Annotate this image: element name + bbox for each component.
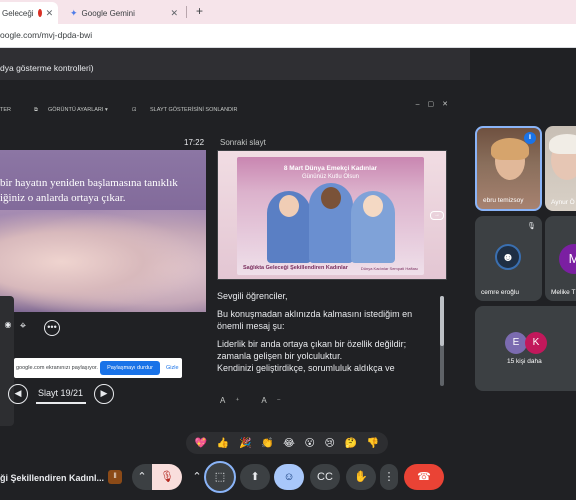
- view-settings-menu[interactable]: GÖRÜNTÜ AYARLARI ▾: [48, 107, 108, 113]
- next-slide-footer: Sağlıkta Geleceği Şekillendiren Kadınlar: [243, 265, 348, 271]
- present-screen-button[interactable]: ⬆: [240, 464, 270, 490]
- participant-tile[interactable]: Aynur Ö: [545, 126, 576, 211]
- next-slide-panel: 8 Mart Dünya Emekçi Kadınlar Gününüz Kut…: [237, 157, 424, 275]
- speaking-indicator-icon: ⦀: [524, 132, 536, 144]
- hide-button[interactable]: Gizle: [166, 365, 179, 371]
- end-slideshow-icon: ⊡: [132, 107, 137, 113]
- stop-sharing-button[interactable]: Paylaşmayı durdur: [100, 361, 160, 375]
- nurse-illustration: [309, 183, 353, 263]
- participant-hair: [491, 138, 529, 160]
- surprised-reaction[interactable]: 😮: [304, 438, 314, 449]
- thinking-reaction[interactable]: 🤔: [345, 438, 357, 449]
- laser-pointer-icon[interactable]: ⌖: [15, 320, 31, 336]
- audio-options-button[interactable]: ⌃: [132, 464, 152, 490]
- microphone-off-button[interactable]: 🎙: [152, 464, 182, 490]
- end-slideshow-button[interactable]: SLAYT GÖSTERİSİNİ SONLANDIR: [150, 107, 238, 113]
- gemini-icon: ✦: [70, 7, 78, 18]
- speaker-notes[interactable]: Sevgili öğrenciler, Bu konuşmadan aklını…: [217, 290, 439, 390]
- decrease-font-button[interactable]: A⁻: [261, 396, 291, 405]
- party-reaction[interactable]: 🎉: [239, 438, 251, 449]
- current-slide: [0, 150, 206, 312]
- next-slide-footer-small: Dünya Kadınlar Sempati Haftası: [360, 266, 418, 271]
- pointer-icon[interactable]: ◉: [0, 318, 16, 334]
- close-tab-icon[interactable]: ✕: [46, 8, 54, 19]
- tab-label: Google Gemini: [81, 8, 135, 18]
- tab-gemini[interactable]: ✦ Google Gemini ✕: [62, 2, 184, 24]
- increase-font-button[interactable]: A⁺: [220, 396, 250, 405]
- captions-button[interactable]: CC: [310, 464, 340, 490]
- thumbs-down-reaction[interactable]: 👎: [367, 438, 379, 449]
- mic-muted-icon: 🎙: [527, 223, 536, 230]
- participant-avatar: E: [505, 332, 527, 354]
- more-participants-count: 15 kişi daha: [507, 358, 542, 365]
- end-call-button[interactable]: ☎: [404, 464, 444, 490]
- browser-tab-bar: Geleceği ✕ ✦ Google Gemini ✕ +: [0, 0, 576, 24]
- more-options-icon[interactable]: •••: [44, 320, 60, 336]
- reactions-button[interactable]: ☺: [274, 464, 304, 490]
- reactions-bar: 💖 👍 🎉 👏 😂 😮 😢 🤔 👎: [186, 432, 388, 454]
- slide-progress-bar: [36, 402, 86, 404]
- address-bar[interactable]: oogle.com/mvj-dpda-bwi: [0, 24, 576, 48]
- meeting-controls-bar: ği Şekillendiren Kadınl... ll ⌃ 🎙 ⌃ ⬚ ⬆ …: [0, 456, 576, 500]
- font-size-buttons[interactable]: A⁺ A⁻: [220, 396, 291, 405]
- slide-counter: Slayt 19/21: [38, 388, 84, 398]
- clap-reaction[interactable]: 👏: [261, 438, 273, 449]
- laugh-reaction[interactable]: 😂: [283, 438, 295, 449]
- new-tab-button[interactable]: +: [196, 4, 203, 18]
- participant-name: ebru temizsoy: [483, 197, 524, 204]
- sad-reaction[interactable]: 😢: [325, 438, 335, 449]
- notes-line: Liderlik bir anda ortaya çıkan bir özell…: [217, 339, 407, 361]
- nurse-illustration: [351, 191, 395, 263]
- share-status-text: google.com ekranınızı paylaşıyor.: [16, 365, 98, 371]
- participant-avatar: K: [525, 332, 547, 354]
- next-slide-subtitle: Gününüz Kutlu Olsun: [301, 174, 360, 180]
- nurse-illustration: [267, 191, 311, 263]
- tab-divider: [186, 6, 187, 18]
- window-title: dya gösterme kontrolleri): [0, 48, 470, 80]
- next-slide-label: Sonraki slayt: [220, 138, 266, 147]
- notes-line: Bu konuşmadan aklınızda kalmasını istedi…: [217, 309, 413, 331]
- tab-meet[interactable]: Geleceği ✕: [0, 2, 58, 24]
- thumbs-up-reaction[interactable]: 👍: [217, 438, 229, 449]
- participant-tile[interactable]: M Melike T: [545, 216, 576, 301]
- tab-label: Geleceği: [2, 8, 34, 18]
- meeting-title: ği Şekillendiren Kadınl...: [0, 473, 105, 483]
- sparkling-heart-reaction[interactable]: 💖: [195, 438, 207, 449]
- participant-hair: [549, 134, 576, 154]
- participant-avatar: M: [559, 244, 576, 274]
- close-tab-icon[interactable]: ✕: [170, 8, 178, 19]
- hand-raised-badge: ll: [108, 470, 122, 484]
- next-slide-title: 8 Mart Dünya Emekçi Kadınlar: [283, 165, 378, 172]
- clock: 17:22: [184, 138, 205, 147]
- recording-icon: [37, 9, 42, 17]
- participant-tile[interactable]: ⦀ ebru temizsoy: [475, 126, 542, 211]
- newborn-photo: [0, 210, 206, 312]
- next-slide-preview[interactable]: 8 Mart Dünya Emekçi Kadınlar Gününüz Kut…: [217, 150, 447, 280]
- scrollbar-thumb[interactable]: [440, 296, 444, 346]
- more-options-button[interactable]: ⋮: [380, 464, 398, 490]
- participant-name: Aynur Ö: [551, 199, 575, 206]
- presenter-side-strip: [0, 296, 14, 426]
- notes-line: Sevgili öğrenciler,: [217, 291, 288, 301]
- next-slide-button[interactable]: ▶: [94, 384, 114, 404]
- toolbar-left-item[interactable]: TER: [0, 107, 11, 113]
- current-slide-text: bir hayatın yeniden başlamasına tanıklık…: [0, 177, 178, 204]
- video-options-button[interactable]: ⌃: [190, 464, 204, 490]
- participant-name: cemre eroğlu: [481, 289, 519, 296]
- notes-scrollbar[interactable]: [440, 296, 444, 386]
- previous-slide-button[interactable]: ◀: [8, 384, 28, 404]
- raise-hand-button[interactable]: ✋: [346, 464, 376, 490]
- participant-name: Melike T: [551, 289, 576, 296]
- notes-line: Kendinizi geliştirdikçe, sorumluluk aldı…: [217, 363, 395, 373]
- window-buttons[interactable]: –▢✕: [416, 100, 456, 108]
- participant-tile[interactable]: ☻ 🎙 cemre eroğlu: [475, 216, 542, 301]
- next-arrow-icon[interactable]: →: [430, 211, 444, 220]
- view-settings-icon: ⧉: [34, 107, 38, 113]
- screen-share-bar: google.com ekranınızı paylaşıyor. Paylaş…: [14, 358, 182, 378]
- url-text[interactable]: oogle.com/mvj-dpda-bwi: [0, 30, 92, 40]
- stitch-avatar-icon: ☻: [495, 244, 521, 270]
- more-participants-tile[interactable]: E K 15 kişi daha: [475, 306, 576, 391]
- camera-button[interactable]: ⬚: [204, 461, 236, 493]
- presenter-toolbar: TER ⧉ GÖRÜNTÜ AYARLARI ▾ ⊡ SLAYT GÖSTERİ…: [0, 100, 470, 120]
